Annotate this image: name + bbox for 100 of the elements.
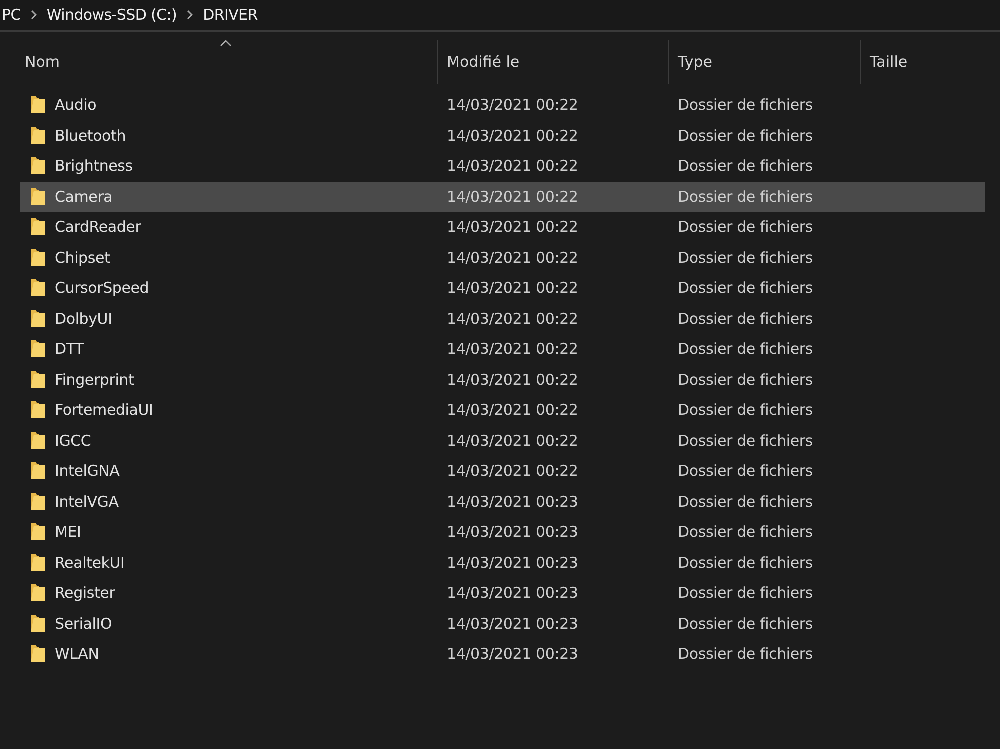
modified-date: 14/03/2021 00:22 bbox=[446, 310, 580, 328]
file-row[interactable]: Fingerprint 14/03/2021 00:22 Dossier de fichiers bbox=[20, 364, 985, 395]
file-row[interactable]: Register 14/03/2021 00:23 Dossier de fichiers bbox=[20, 578, 985, 608]
folder-icon bbox=[29, 186, 46, 207]
file-row[interactable]: Audio 14/03/2021 00:22 Dossier de fichiers bbox=[20, 90, 985, 120]
folder-name: FortemediaUI bbox=[55, 401, 154, 420]
column-header[interactable]: Nom bbox=[0, 40, 437, 84]
modified-date: 14/03/2021 00:23 bbox=[446, 584, 580, 602]
folder-icon bbox=[29, 522, 46, 542]
folder-icon bbox=[29, 95, 46, 116]
folder-icon bbox=[29, 278, 46, 298]
file-row[interactable]: Bluetooth 14/03/2021 00:22 Dossier de fichiers bbox=[20, 120, 985, 151]
file-type: Dossier de fichiers bbox=[677, 310, 814, 328]
modified-date: 14/03/2021 00:22 bbox=[446, 432, 580, 450]
folder-name: Camera bbox=[55, 188, 113, 206]
breadcrumb-item[interactable]: Windows-SSD (C:) bbox=[46, 6, 178, 24]
folder-name: Chipset bbox=[55, 248, 110, 267]
folder-icon bbox=[29, 308, 46, 329]
folder-icon bbox=[29, 614, 46, 634]
folder-name: RealtekUI bbox=[55, 554, 125, 572]
modified-date: 14/03/2021 00:22 bbox=[446, 126, 580, 145]
file-type: Dossier de fichiers bbox=[677, 126, 814, 145]
folder-icon bbox=[29, 552, 46, 573]
file-type: Dossier de fichiers bbox=[677, 188, 814, 206]
column-header[interactable]: Modifié le bbox=[437, 40, 668, 84]
file-type: Dossier de fichiers bbox=[677, 554, 814, 572]
modified-date: 14/03/2021 00:22 bbox=[446, 218, 580, 236]
file-row[interactable]: Chipset 14/03/2021 00:22 Dossier de fichiers bbox=[20, 242, 985, 273]
file-row[interactable]: FortemediaUI 14/03/2021 00:22 Dossier de fichiers bbox=[20, 395, 985, 426]
modified-date: 14/03/2021 00:22 bbox=[446, 279, 580, 298]
modified-date: 14/03/2021 00:22 bbox=[446, 96, 580, 114]
column-header[interactable]: Type bbox=[668, 40, 860, 84]
folder-icon bbox=[29, 400, 46, 420]
file-row[interactable]: IntelVGA 14/03/2021 00:23 Dossier de fichiers bbox=[20, 486, 985, 517]
folder-icon bbox=[29, 370, 46, 390]
modified-date: 14/03/2021 00:22 bbox=[446, 370, 580, 389]
folder-icon bbox=[29, 461, 46, 482]
file-type: Dossier de fichiers bbox=[677, 96, 814, 114]
folder-name: IntelGNA bbox=[55, 462, 120, 480]
file-type: Dossier de fichiers bbox=[677, 492, 814, 511]
folder-name: IGCC bbox=[55, 432, 92, 450]
modified-date: 14/03/2021 00:23 bbox=[446, 492, 580, 511]
file-row[interactable]: DTT 14/03/2021 00:22 Dossier de fichiers bbox=[20, 334, 985, 364]
folder-name: Fingerprint bbox=[55, 370, 134, 389]
chevron-right-icon bbox=[187, 10, 194, 20]
modified-date: 14/03/2021 00:22 bbox=[446, 340, 580, 358]
file-type: Dossier de fichiers bbox=[677, 279, 814, 298]
folder-name: Audio bbox=[55, 96, 97, 114]
folder-name: WLAN bbox=[55, 645, 100, 664]
folder-name: Register bbox=[55, 584, 116, 602]
folder-name: DolbyUI bbox=[55, 310, 112, 328]
chevron-right-icon bbox=[30, 10, 37, 20]
file-row[interactable]: SerialIO 14/03/2021 00:23 Dossier de fichiers bbox=[20, 608, 985, 639]
modified-date: 14/03/2021 00:22 bbox=[446, 157, 580, 176]
folder-name: MEI bbox=[55, 523, 82, 542]
folder-name: DTT bbox=[55, 340, 84, 358]
file-type: Dossier de fichiers bbox=[677, 614, 814, 633]
folder-name: Bluetooth bbox=[55, 126, 126, 145]
file-type: Dossier de fichiers bbox=[677, 432, 814, 450]
file-type: Dossier de fichiers bbox=[677, 248, 814, 267]
breadcrumb-item[interactable]: DRIVER bbox=[203, 6, 258, 24]
folder-name: CursorSpeed bbox=[55, 279, 150, 298]
file-row[interactable]: IntelGNA 14/03/2021 00:22 Dossier de fichiers bbox=[20, 456, 985, 486]
folder-icon bbox=[29, 492, 46, 512]
modified-date: 14/03/2021 00:23 bbox=[446, 614, 580, 633]
file-row[interactable]: Brightness 14/03/2021 00:22 Dossier de fichiers bbox=[20, 151, 985, 182]
breadcrumb-item[interactable]: PC bbox=[2, 6, 21, 24]
modified-date: 14/03/2021 00:22 bbox=[446, 188, 580, 206]
file-row[interactable]: CardReader 14/03/2021 00:22 Dossier de fichiers bbox=[20, 212, 985, 242]
folder-icon bbox=[29, 430, 46, 451]
modified-date: 14/03/2021 00:22 bbox=[446, 401, 580, 420]
folder-name: IntelVGA bbox=[55, 492, 119, 511]
folder-icon bbox=[29, 217, 46, 238]
file-row[interactable]: DolbyUI 14/03/2021 00:22 Dossier de fichiers bbox=[20, 304, 985, 334]
file-type: Dossier de fichiers bbox=[677, 523, 814, 542]
file-row[interactable]: RealtekUI 14/03/2021 00:23 Dossier de fichiers bbox=[20, 548, 985, 578]
file-row[interactable]: CursorSpeed 14/03/2021 00:22 Dossier de fichiers bbox=[20, 273, 985, 304]
file-type: Dossier de fichiers bbox=[677, 157, 814, 176]
file-row[interactable]: MEI 14/03/2021 00:23 Dossier de fichiers bbox=[20, 517, 985, 548]
folder-icon bbox=[29, 583, 46, 604]
file-type: Dossier de fichiers bbox=[677, 370, 814, 389]
file-row[interactable]: Camera 14/03/2021 00:22 Dossier de fichiers bbox=[20, 182, 985, 212]
folder-name: SerialIO bbox=[55, 614, 112, 633]
sort-ascending-icon bbox=[220, 40, 232, 47]
folder-name: Brightness bbox=[55, 157, 133, 176]
modified-date: 14/03/2021 00:23 bbox=[446, 523, 580, 542]
file-row[interactable]: WLAN 14/03/2021 00:23 Dossier de fichiers bbox=[20, 639, 985, 670]
file-type: Dossier de fichiers bbox=[677, 645, 814, 664]
column-header[interactable]: Taille bbox=[860, 40, 988, 84]
folder-icon bbox=[29, 126, 46, 146]
folder-icon bbox=[29, 248, 46, 268]
folder-icon bbox=[29, 644, 46, 664]
modified-date: 14/03/2021 00:22 bbox=[446, 462, 580, 480]
modified-date: 14/03/2021 00:23 bbox=[446, 554, 580, 572]
modified-date: 14/03/2021 00:22 bbox=[446, 248, 580, 267]
folder-icon bbox=[29, 339, 46, 360]
file-type: Dossier de fichiers bbox=[677, 584, 814, 602]
modified-date: 14/03/2021 00:23 bbox=[446, 645, 580, 664]
folder-icon bbox=[29, 156, 46, 176]
file-row[interactable]: IGCC 14/03/2021 00:22 Dossier de fichiers bbox=[20, 426, 985, 456]
